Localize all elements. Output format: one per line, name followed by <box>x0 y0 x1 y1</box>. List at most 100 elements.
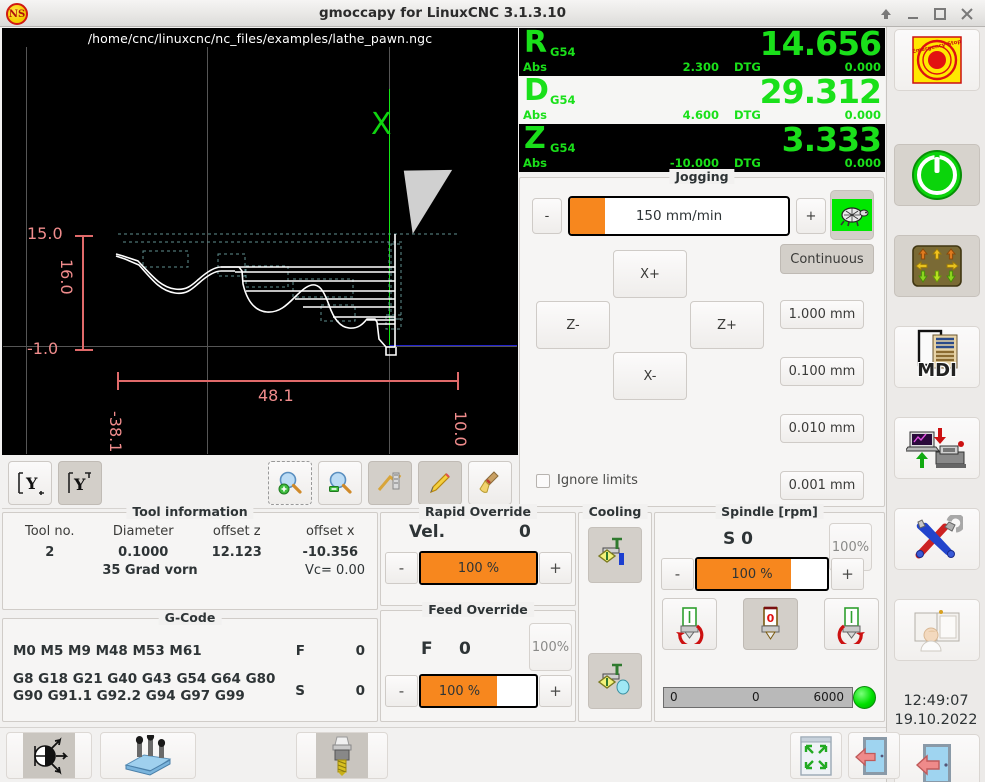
dro-value: 3.333 <box>782 120 881 159</box>
auto-mode-button[interactable] <box>894 417 980 479</box>
spindle-ccw-button[interactable] <box>662 598 717 650</box>
spindle-override-minus-button[interactable]: - <box>661 558 694 590</box>
jog-increment-1[interactable]: 1.000 mm <box>780 300 864 329</box>
close-page-button[interactable] <box>848 732 900 779</box>
maximize-icon[interactable] <box>932 6 948 22</box>
estop-button[interactable]: Emergency-Stop <box>894 29 980 91</box>
user-tabs-button[interactable] <box>894 599 980 661</box>
coolant-mist-button[interactable] <box>588 653 642 709</box>
feed-override-value: 100 % <box>421 676 536 706</box>
dro-row-d[interactable]: D G54 29.312 Abs 4.600 DTG 0.000 <box>519 76 885 124</box>
feed-override-legend: Feed Override <box>422 602 534 617</box>
view-y-button[interactable]: Y <box>8 461 52 505</box>
spindle-override-plus-button[interactable]: + <box>831 558 864 590</box>
spindle-stop-button[interactable]: 0 <box>743 598 798 650</box>
checkbox-box[interactable] <box>536 474 550 488</box>
zoom-out-button[interactable] <box>318 461 362 505</box>
tool-no-value: 2 <box>3 542 97 563</box>
rapid-override-minus-button[interactable]: - <box>385 552 418 584</box>
tool-information-legend: Tool information <box>126 504 253 519</box>
dimension-x-right: 10.0 <box>451 411 470 447</box>
cutting-speed-value: Vc= 0.00 <box>305 563 365 578</box>
gcode-legend: G-Code <box>159 610 222 625</box>
offset-x-value: -10.356 <box>284 542 378 563</box>
spindle-override-value: 100 % <box>697 559 827 589</box>
rollup-icon[interactable] <box>878 6 894 22</box>
jog-increment-3[interactable]: 0.010 mm <box>780 414 864 443</box>
touch-off-button[interactable] <box>6 732 92 779</box>
title-bar: NS gmoccapy for LinuxCNC 3.1.3.10 <box>0 0 985 27</box>
mdi-mode-button[interactable]: MDI <box>894 326 980 388</box>
gcode-preview[interactable]: /home/cnc/linuxcnc/nc_files/examples/lat… <box>2 28 518 455</box>
machine-power-button[interactable] <box>894 144 980 206</box>
dro-abs-value: -10.000 <box>659 156 719 170</box>
dro-abs-label: Abs <box>523 60 547 74</box>
settings-button[interactable] <box>894 508 980 570</box>
touch-off-icon <box>23 733 75 778</box>
exit-button[interactable] <box>894 734 980 782</box>
feed-value: 0 <box>459 639 471 659</box>
minimize-icon[interactable] <box>905 6 921 22</box>
coolant-flood-icon <box>595 534 635 576</box>
view-y2-button[interactable]: Y <box>58 461 102 505</box>
tools-icon <box>911 515 963 563</box>
close-icon[interactable] <box>959 6 975 22</box>
feed-override-bar[interactable]: 100 % <box>419 674 538 708</box>
window-controls <box>872 0 981 27</box>
jog-velocity-bar[interactable]: 150 mm/min <box>568 196 790 236</box>
feed-override-minus-button[interactable]: - <box>385 675 418 707</box>
dimensions-button[interactable] <box>368 461 412 505</box>
spindle-stop-icon: 0 <box>751 604 791 644</box>
clock-time: 12:49:07 <box>887 692 985 711</box>
rapid-override-legend: Rapid Override <box>419 504 537 519</box>
gcode-f-label: F <box>296 643 305 659</box>
spindle-override-bar[interactable]: 100 % <box>695 557 829 591</box>
spindle-cw-button[interactable] <box>824 598 879 650</box>
spindle-speed-label: S 0 <box>723 529 753 549</box>
rapid-override-value: 100 % <box>421 553 536 583</box>
user-folder-icon <box>910 607 964 653</box>
clear-plot-button[interactable] <box>468 461 512 505</box>
dro-row-r[interactable]: R G54 14.656 Abs 2.300 DTG 0.000 <box>519 28 885 76</box>
jog-velocity-value: 150 mm/min <box>570 198 788 234</box>
coolant-flood-button[interactable] <box>588 527 642 583</box>
jog-mode-button[interactable]: Continuous <box>780 244 874 274</box>
jog-z-minus-button[interactable]: Z- <box>536 301 610 349</box>
jog-velocity-minus-button[interactable]: - <box>532 198 562 234</box>
tool-change-button[interactable] <box>296 732 388 779</box>
jog-x-minus-button[interactable]: X- <box>613 352 687 400</box>
jog-rabbit-turtle-button[interactable] <box>830 190 874 240</box>
cooling-panel: Cooling <box>578 512 652 722</box>
jog-increment-2[interactable]: 0.100 mm <box>780 357 864 386</box>
ignore-limits-checkbox[interactable]: Ignore limits <box>536 473 638 488</box>
diameter-value: 0.1000 <box>97 542 191 563</box>
feed-override-reset-button[interactable]: 100% <box>529 623 572 671</box>
dro-dtg-value: 0.000 <box>845 156 881 170</box>
jog-z-plus-button[interactable]: Z+ <box>690 301 764 349</box>
dimension-tick <box>82 235 84 351</box>
spindle-legend: Spindle [rpm] <box>715 504 824 519</box>
dro-row-z[interactable]: Z G54 3.333 Abs -10.000 DTG 0.000 <box>519 124 885 172</box>
rapid-override-plus-button[interactable]: + <box>539 552 572 584</box>
auto-run-icon <box>906 424 968 472</box>
dro-abs-label: Abs <box>523 108 547 122</box>
diameter-header: Diameter <box>97 521 191 542</box>
tool-information-grid: Tool no. Diameter offset z offset x 2 0.… <box>3 521 377 585</box>
edit-button[interactable] <box>418 461 462 505</box>
mdi-label: MDI <box>901 360 973 381</box>
tool-table-icon <box>120 735 176 777</box>
fullscreen-button[interactable] <box>790 732 842 779</box>
svg-text:Y: Y <box>73 475 86 494</box>
jog-velocity-plus-button[interactable]: + <box>796 198 826 234</box>
tool-offsets-button[interactable] <box>100 732 196 779</box>
rapid-override-bar[interactable]: 100 % <box>419 551 538 585</box>
manual-mode-button[interactable] <box>894 235 980 297</box>
zoom-in-button[interactable] <box>268 461 312 505</box>
dro-offset-label: G54 <box>550 45 575 59</box>
feed-override-plus-button[interactable]: + <box>539 675 572 707</box>
jog-x-plus-button[interactable]: X+ <box>613 250 687 298</box>
active-g-codes-line1: G8 G18 G21 G40 G43 G54 G64 G80 <box>13 671 275 688</box>
active-m-codes: M0 M5 M9 M48 M53 M61 <box>13 643 202 659</box>
emergency-stop-icon: Emergency-Stop <box>908 36 966 84</box>
jog-increment-4[interactable]: 0.001 mm <box>780 471 864 500</box>
